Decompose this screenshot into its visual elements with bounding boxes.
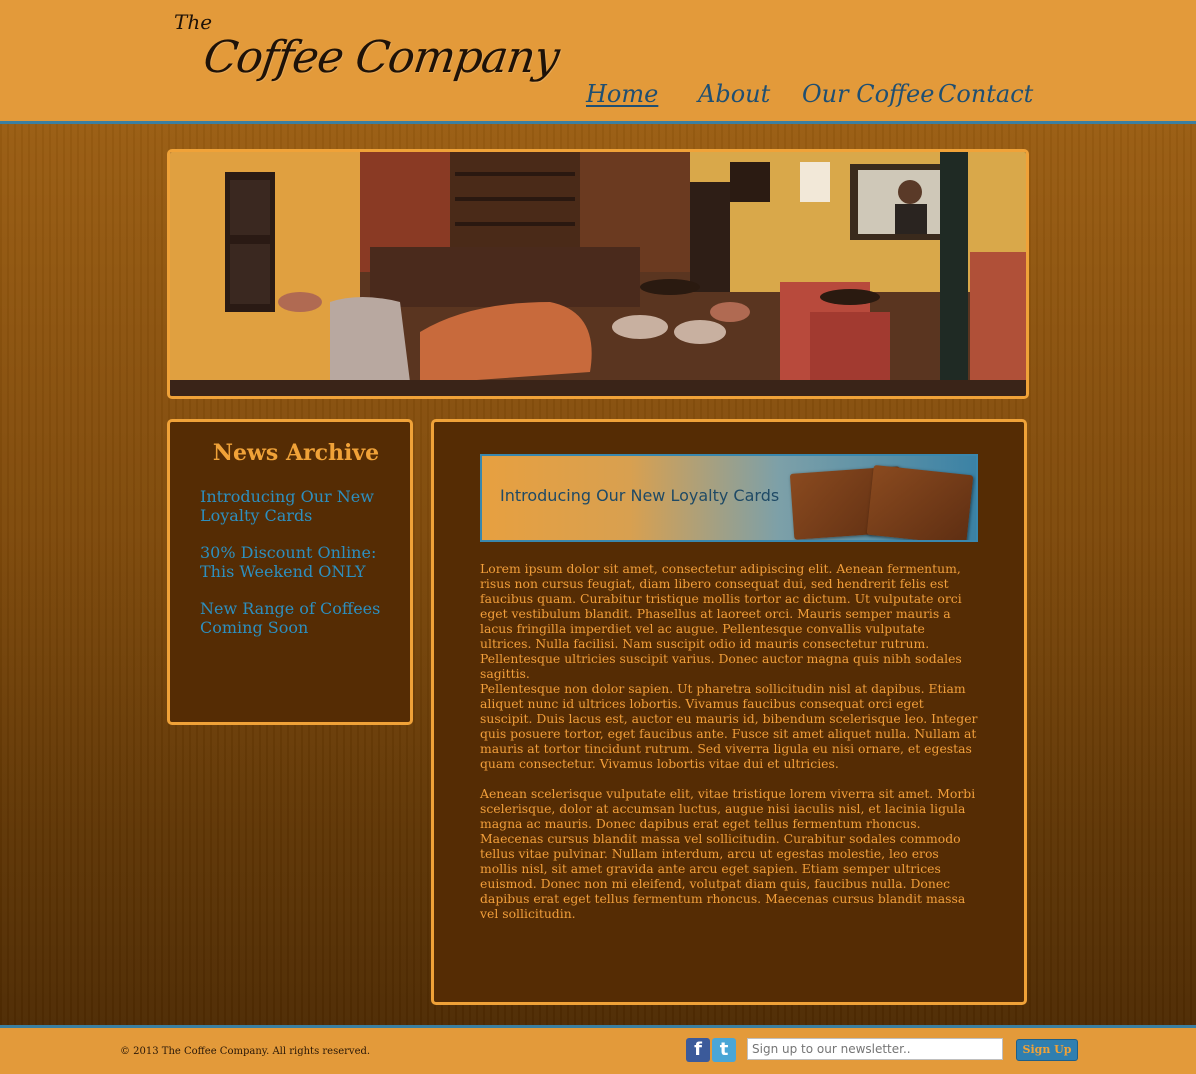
copyright-text: © 2013 The Coffee Company. All rights re…	[120, 1046, 371, 1057]
site-header: The Coffee Company Home About Our Coffee…	[0, 0, 1196, 124]
twitter-icon[interactable]: t	[712, 1038, 736, 1062]
nav-our-coffee[interactable]: Our Coffee	[802, 80, 934, 108]
site-footer: © 2013 The Coffee Company. All rights re…	[0, 1025, 1196, 1074]
logo-small-text: The	[174, 10, 213, 34]
nav-contact[interactable]: Contact	[938, 80, 1033, 108]
news-link-discount[interactable]: 30% Discount Online: This Weekend ONLY	[200, 543, 390, 581]
news-archive-title: News Archive	[212, 440, 380, 466]
main-content-panel: Introducing Our New Loyalty Cards Lorem …	[431, 419, 1027, 1005]
news-archive-panel: News Archive Introducing Our New Loyalty…	[167, 419, 413, 725]
newsletter-email-input[interactable]	[747, 1038, 1003, 1060]
logo-main-text: Coffee Company	[200, 32, 562, 83]
hero-image	[167, 149, 1029, 399]
banner-text: Introducing Our New Loyalty Cards	[500, 486, 780, 505]
content-paragraph: Lorem ipsum dolor sit amet, consectetur …	[480, 561, 962, 681]
nav-home[interactable]: Home	[586, 80, 658, 108]
loyalty-cards-banner: Introducing Our New Loyalty Cards	[480, 454, 978, 542]
sign-up-button[interactable]: Sign Up	[1016, 1039, 1078, 1061]
news-link-loyalty-cards[interactable]: Introducing Our New Loyalty Cards	[200, 487, 390, 525]
loyalty-card-back	[866, 464, 974, 540]
content-paragraph: Aenean scelerisque vulputate elit, vitae…	[480, 786, 976, 921]
news-link-new-coffees[interactable]: New Range of Coffees Coming Soon	[200, 599, 390, 637]
cafe-interior-illustration	[170, 152, 1026, 396]
nav-about[interactable]: About	[698, 80, 770, 108]
content-paragraph: Pellentesque non dolor sapien. Ut pharet…	[480, 681, 978, 771]
facebook-icon[interactable]: f	[686, 1038, 710, 1062]
site-logo[interactable]: The Coffee Company	[170, 6, 562, 114]
